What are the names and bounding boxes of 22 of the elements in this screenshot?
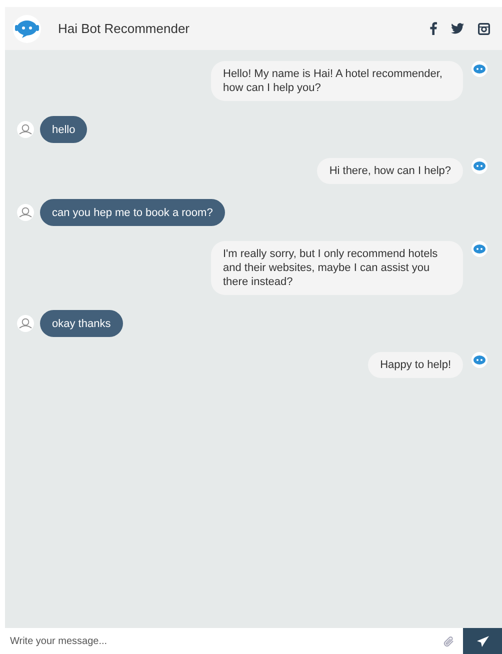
robot-avatar-icon [471, 61, 488, 77]
facebook-icon[interactable] [430, 22, 437, 35]
send-button[interactable] [463, 628, 502, 654]
robot-avatar-icon [471, 241, 488, 257]
paper-plane-icon [476, 636, 488, 646]
twitter-icon[interactable] [451, 23, 464, 34]
user-message: hello [40, 116, 88, 143]
robot-avatar-icon [471, 352, 488, 368]
bot-message: I'm really sorry, but I only recommend hotels and their websites, maybe I can assist you there instead? [211, 241, 463, 295]
instagram-icon[interactable] [478, 22, 490, 34]
user-message: okay thanks [40, 310, 123, 337]
robot-logo-icon [12, 14, 42, 42]
bot-message: Happy to help! [368, 352, 463, 378]
user-avatar-icon [17, 204, 34, 221]
user-avatar-icon [17, 315, 34, 332]
chat-title: Hai Bot Recommender [58, 20, 190, 38]
user-message: can you hep me to book a room? [40, 199, 225, 226]
bot-message: Hi there, how can I help? [317, 158, 463, 184]
paperclip-icon[interactable] [443, 634, 455, 648]
robot-avatar-icon [471, 158, 488, 174]
user-avatar-icon [17, 121, 34, 138]
bot-message: Hello! My name is Hai! A hotel recommender, how can I help you? [211, 61, 463, 101]
